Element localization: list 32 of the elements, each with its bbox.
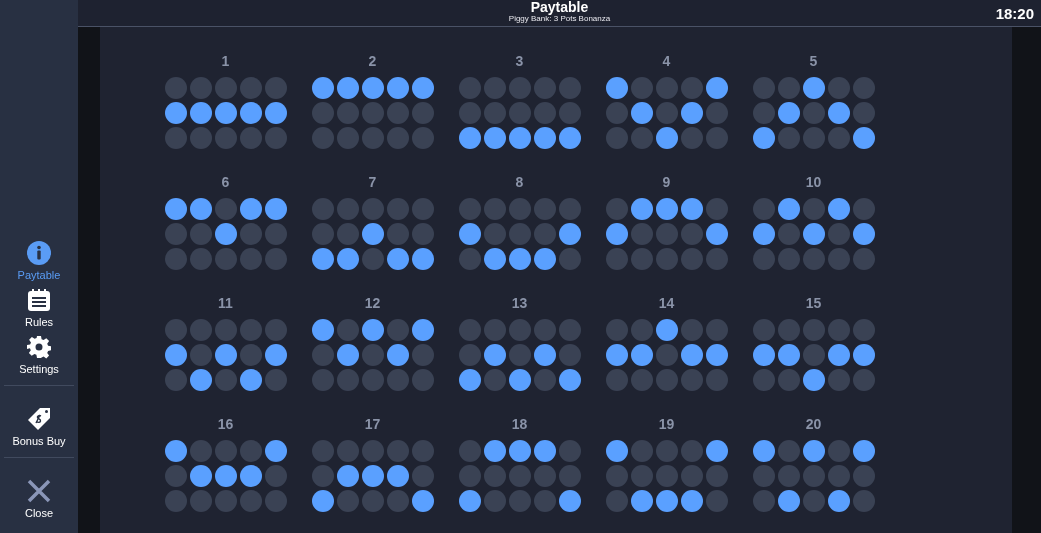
- page-title: Paytable: [530, 0, 589, 14]
- sidebar-item[interactable]: Bonus Buy: [0, 404, 78, 451]
- info-icon: [27, 241, 51, 265]
- notepad-icon: [27, 288, 51, 312]
- payline-number: 8: [515, 174, 524, 192]
- payline-number: 15: [805, 295, 822, 313]
- payline-number: 2: [368, 53, 377, 71]
- payline-number: 4: [662, 53, 671, 71]
- payline-number: 14: [658, 295, 675, 313]
- payline-number: 1: [221, 53, 230, 71]
- payline-number: 11: [218, 295, 233, 313]
- clock-time: 18:20: [995, 4, 1035, 22]
- payline-number: 20: [805, 416, 822, 434]
- payline-number: 13: [511, 295, 528, 313]
- payline-number: 16: [217, 416, 234, 434]
- price-tag-icon: [26, 407, 52, 431]
- payline-number: 5: [809, 53, 818, 71]
- payline-number: 6: [221, 174, 230, 192]
- payline-number: 3: [515, 53, 524, 71]
- payline-number: 9: [662, 174, 671, 192]
- payline-number: 7: [368, 174, 377, 192]
- close-icon: [27, 479, 51, 503]
- sidebar-item[interactable]: Rules: [0, 285, 78, 332]
- payline-number: 10: [805, 174, 822, 192]
- settings-icon: [27, 335, 51, 359]
- payline-number: 17: [364, 416, 381, 434]
- payline-number: 12: [364, 295, 381, 313]
- payline-number: 19: [658, 416, 675, 434]
- sidebar-item[interactable]: Settings: [0, 332, 78, 379]
- sidebar-item[interactable]: Close: [0, 476, 78, 523]
- sidebar-item[interactable]: Paytable: [0, 238, 78, 285]
- payline-number: 18: [511, 416, 528, 434]
